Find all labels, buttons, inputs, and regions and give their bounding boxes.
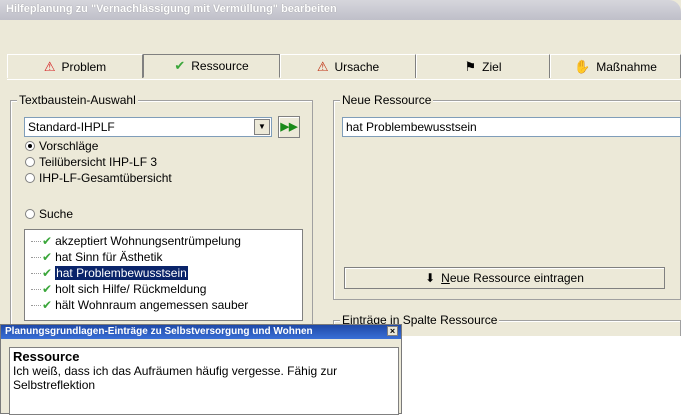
cause-icon: ⚠ [316,58,329,74]
tab-ziel[interactable]: ⚑ Ziel [416,54,550,78]
radio-dot[interactable] [25,173,35,183]
hand-icon: ✋ [574,58,591,74]
radio-label: Suche [39,207,74,221]
window-title: Hilfeplanung zu "Vernachlässigung mit Ve… [0,0,681,20]
list-item-label: hat Sinn für Ästhetik [55,250,163,264]
list-item[interactable]: ✔ hat Sinn für Ästhetik [25,249,302,265]
radio-teiluebersicht[interactable]: Teilübersicht IHP-LF 3 [25,155,157,169]
list-item[interactable]: ✔ akzeptiert Wohnungsentrümpelung [25,233,302,249]
arrow-down-icon: ⬇ [425,271,436,285]
radio-label: Teilübersicht IHP-LF 3 [39,155,158,169]
checkmark-icon: ✔ [42,266,53,280]
radio-vorschlaege[interactable]: Vorschläge [25,139,98,153]
radio-dot[interactable] [25,209,35,219]
list-item-selected[interactable]: ✔ hat Problembewusstsein [25,265,302,281]
tab-label: Ressource [191,59,249,73]
suggestion-list[interactable]: ✔ akzeptiert Wohnungsentrümpelung ✔ hat … [24,229,303,321]
tab-problem[interactable]: ⚠ Problem [7,54,143,78]
radio-label: Vorschläge [39,139,99,153]
checkmark-icon: ✔ [174,58,186,73]
checkmark-icon: ✔ [42,298,53,312]
warning-icon: ⚠ [43,58,56,74]
template-dropdown[interactable]: Standard-IHPLF ▼ [24,117,272,137]
close-icon[interactable]: × [387,326,398,336]
list-item-label: holt sich Hilfe/ Rückmeldung [55,282,207,296]
list-item[interactable]: ✔ hält Wohnraum angemessen sauber [25,297,302,313]
tab-divider [7,79,681,80]
tab-ressource[interactable]: ✔ Ressource [143,54,280,78]
entries-list[interactable] [399,336,681,414]
checkmark-icon: ✔ [42,282,53,296]
chevron-down-icon[interactable]: ▼ [254,119,270,135]
popup-heading: Ressource [13,349,80,364]
radio-dot[interactable] [25,157,35,167]
tab-massnahme[interactable]: ✋ Maßnahme [550,54,681,78]
radio-gesamtuebersicht[interactable]: IHP-LF-Gesamtübersicht [25,171,172,185]
new-resource-legend: Neue Ressource [340,93,434,107]
template-dropdown-value: Standard-IHPLF [28,120,115,134]
dialog-window: Hilfeplanung zu "Vernachlässigung mit Ve… [0,0,681,415]
list-item-label: hat Problembewusstsein [55,266,188,280]
new-resource-value: hat Problembewusstsein [346,120,477,134]
tab-label: Problem [61,59,107,74]
selection-legend: Textbaustein-Auswahl [17,93,138,107]
checkmark-icon: ✔ [42,234,53,248]
button-label: eue Ressource eintragen [449,271,584,285]
tab-label: Maßnahme [596,59,657,74]
checkmark-icon: ✔ [42,250,53,264]
planning-basis-popup: Planungsgrundlagen-Einträge zu Selbstver… [0,324,402,415]
finish-flag-icon: ⚑ [464,58,477,74]
apply-button[interactable]: ▶▶ [278,116,300,138]
tab-label: Ziel [482,59,502,74]
radio-dot[interactable] [25,141,35,151]
tab-label: Ursache [334,59,380,74]
new-resource-input[interactable]: hat Problembewusstsein [342,117,681,137]
list-item[interactable]: ✔ holt sich Hilfe/ Rückmeldung [25,281,302,297]
popup-text: Ich weiß, dass ich das Aufräumen häufig … [13,364,338,392]
add-resource-button[interactable]: ⬇ Neue Ressource eintragen [344,267,665,289]
list-item-label: hält Wohnraum angemessen sauber [55,298,249,312]
popup-content: Ressource Ich weiß, dass ich das Aufräum… [9,347,399,415]
tab-ursache[interactable]: ⚠ Ursache [280,54,416,78]
button-mnemonic: N [441,271,450,285]
tab-bar: ⚠ Problem ✔ Ressource ⚠ Ursache ⚑ Ziel ✋… [7,54,681,80]
list-item-label: akzeptiert Wohnungsentrümpelung [55,234,241,248]
popup-title: Planungsgrundlagen-Einträge zu Selbstver… [1,325,401,339]
radio-label: IHP-LF-Gesamtübersicht [39,171,172,185]
popup-title-text: Planungsgrundlagen-Einträge zu Selbstver… [5,326,313,337]
radio-suche[interactable]: Suche [25,207,73,221]
